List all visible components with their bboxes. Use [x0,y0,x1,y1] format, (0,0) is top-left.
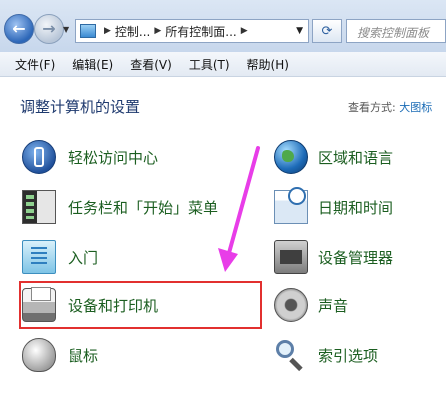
address-dropdown-icon[interactable]: ▼ [296,26,303,36]
item-label: 任务栏和「开始」菜单 [68,198,219,217]
breadcrumb-control[interactable]: 控制... [115,23,150,40]
item-date-and-time[interactable]: 日期和时间 [274,187,393,227]
menu-help[interactable]: 帮助(H) [247,56,289,73]
highlight-box [19,281,262,329]
item-device-manager[interactable]: 设备管理器 [274,237,393,277]
back-button[interactable]: ← [4,14,34,44]
refresh-icon: ⟳ [321,23,333,39]
forward-button[interactable]: → [34,14,64,44]
item-ease-of-access[interactable]: 轻松访问中心 [22,137,158,177]
item-label: 轻松访问中心 [68,148,159,167]
view-by: 查看方式: 大图标 [348,99,432,115]
item-label: 入门 [68,248,99,267]
forward-arrow-icon: → [42,19,56,38]
menu-view[interactable]: 查看(V) [130,56,172,73]
menu-bar: 文件(F) 编辑(E) 查看(V) 工具(T) 帮助(H) [0,52,446,77]
getting-started-icon [22,240,56,274]
search-input[interactable]: 搜索控制面板 [346,19,446,43]
item-mouse[interactable]: 鼠标 [22,335,98,375]
item-sound[interactable]: 声音 [274,285,348,325]
view-by-label: 查看方式: [348,101,396,114]
address-bar-area: ← → ▼ ▶ 控制... ▶ 所有控制面... ▶ ▼ ⟳ 搜索控制面板 [0,0,446,53]
item-region-and-language[interactable]: 区域和语言 [274,137,393,177]
refresh-button[interactable]: ⟳ [312,19,342,43]
item-indexing-options[interactable]: 索引选项 [274,335,378,375]
breadcrumb-separator-icon[interactable]: ▶ [104,26,111,36]
item-label: 区域和语言 [318,148,394,167]
item-label: 鼠标 [68,346,99,365]
taskbar-icon [22,190,56,224]
magnifier-icon [274,338,308,372]
control-panel-icon [80,24,96,38]
menu-edit[interactable]: 编辑(E) [72,56,113,73]
globe-icon [274,140,308,174]
breadcrumb-separator-icon[interactable]: ▶ [241,26,248,36]
device-manager-icon [274,240,308,274]
page-title: 调整计算机的设置 [20,98,141,116]
breadcrumb-separator-icon[interactable]: ▶ [154,26,161,36]
breadcrumb-all-items[interactable]: 所有控制面... [165,23,236,40]
mouse-icon [22,338,56,372]
recent-pages-dropdown-icon[interactable]: ▼ [63,25,69,34]
menu-file[interactable]: 文件(F) [15,56,55,73]
address-bar[interactable]: ▶ 控制... ▶ 所有控制面... ▶ ▼ [75,19,309,43]
speaker-icon [274,288,308,322]
accessibility-icon [22,140,56,174]
item-label: 索引选项 [318,346,379,365]
item-label: 设备管理器 [318,248,394,267]
view-by-dropdown[interactable]: 大图标 [399,101,432,114]
calendar-clock-icon [274,187,308,224]
item-label: 日期和时间 [318,198,394,217]
back-arrow-icon: ← [12,19,26,38]
menu-tools[interactable]: 工具(T) [189,56,230,73]
item-getting-started[interactable]: 入门 [22,237,98,277]
item-label: 声音 [318,296,349,315]
item-taskbar-start-menu[interactable]: 任务栏和「开始」菜单 [22,187,218,227]
